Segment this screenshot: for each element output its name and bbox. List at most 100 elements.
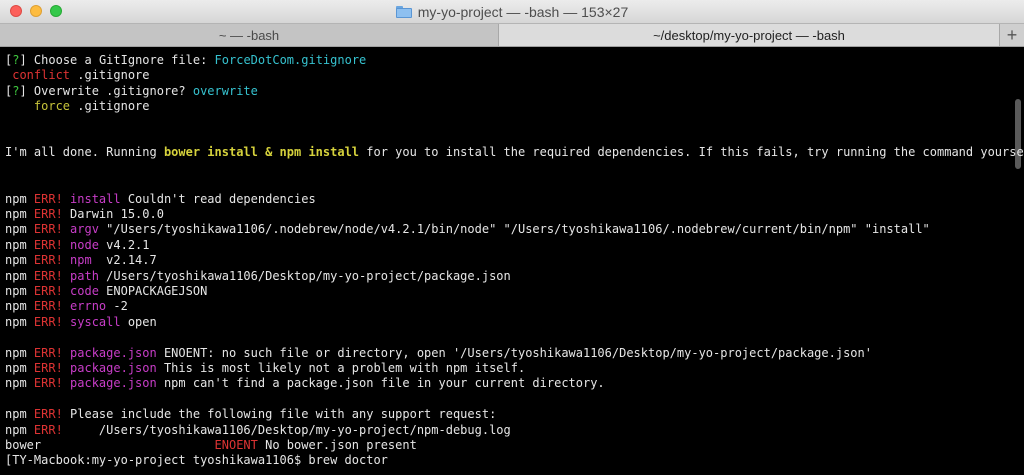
terminal-text: for you to install the required dependen…: [359, 145, 1024, 160]
terminal-text: /Users/tyoshikawa1106/Desktop/my-yo-proj…: [62, 422, 511, 437]
terminal-text: npm: [5, 237, 34, 252]
terminal-text: ENOENT: no such file or directory, open …: [156, 345, 872, 360]
terminal-text: force: [5, 99, 71, 114]
terminal-text: -2: [106, 299, 128, 314]
terminal-line: npm ERR! package.json ENOENT: no such fi…: [5, 346, 872, 361]
terminal-line: conflict .gitignore: [5, 68, 150, 83]
terminal-text: path: [62, 268, 99, 283]
terminal-text: npm: [5, 407, 34, 422]
terminal-text: ERR!: [33, 253, 63, 268]
terminal-line: npm ERR! package.json This is most likel…: [5, 361, 525, 376]
terminal-text: npm: [5, 253, 34, 268]
terminal-text: package.json: [62, 361, 157, 375]
terminal-line: [TY-Macbook:my-yo-project tyoshikawa1106…: [5, 453, 388, 468]
tab-home-bash[interactable]: ~ — -bash: [0, 24, 499, 46]
terminal-text: npm: [62, 253, 99, 268]
terminal-text: argv: [62, 222, 99, 237]
terminal-text: ERR!: [33, 207, 63, 221]
terminal-line: npm ERR! package.json npm can't find a p…: [5, 376, 605, 391]
terminal-line: npm ERR! code ENOPACKAGEJSON: [5, 284, 207, 299]
terminal-text: v2.14.7: [98, 253, 157, 268]
terminal-text: npm: [5, 284, 34, 298]
terminal-line: npm ERR! install Couldn't read dependenc…: [5, 192, 316, 207]
terminal-text: npm: [5, 207, 34, 221]
terminal-text: ERR!: [33, 222, 63, 237]
terminal-text: errno: [62, 299, 107, 314]
terminal-text: ERR!: [33, 361, 63, 375]
tab-label: ~ — -bash: [218, 27, 280, 43]
terminal-text: ERR!: [33, 191, 63, 206]
terminal-text: npm can't find a package.json file in yo…: [156, 376, 605, 391]
terminal-text: [TY-Macbook:my-yo-project tyoshikawa1106…: [5, 453, 388, 468]
terminal-line: bower ENOENT No bower.json present: [5, 438, 417, 453]
terminal-text: open: [120, 314, 157, 329]
terminal-text: This is most likely not a problem with n…: [156, 361, 526, 375]
terminal-line: npm ERR! /Users/tyoshikawa1106/Desktop/m…: [5, 423, 511, 438]
terminal-line: I'm all done. Running bower install & np…: [5, 145, 1024, 160]
tab-bar: ~ — -bash ~/desktop/my-yo-project — -bas…: [0, 24, 1024, 47]
terminal-text: ENOPACKAGEJSON: [98, 284, 208, 298]
terminal-text: conflict: [5, 68, 71, 83]
terminal-text: v4.2.1: [98, 237, 150, 252]
terminal-text: No bower.json present: [257, 438, 417, 452]
terminal-text: bower install & npm install: [163, 145, 360, 160]
terminal-text: overwrite: [192, 83, 258, 98]
terminal-text: bower: [5, 438, 215, 452]
terminal-output[interactable]: [?] Choose a GitIgnore file: ForceDotCom…: [0, 47, 1024, 475]
window-title-area: my-yo-project — -bash — 153×27: [0, 0, 1024, 24]
terminal-text: npm: [5, 361, 34, 375]
terminal-text: ] Choose a GitIgnore file:: [19, 53, 215, 67]
terminal-window: my-yo-project — -bash — 153×27 ~ — -bash…: [0, 0, 1024, 475]
terminal-line: npm ERR! node v4.2.1: [5, 238, 150, 253]
terminal-text: ERR!: [33, 314, 63, 329]
plus-icon: +: [1006, 24, 1018, 45]
terminal-line: [?] Choose a GitIgnore file: ForceDotCom…: [5, 53, 366, 68]
terminal-text: npm: [5, 314, 34, 329]
terminal-text: Please include the following file with a…: [62, 407, 497, 422]
terminal-line: force .gitignore: [5, 99, 150, 114]
terminal-text: ForceDotCom.gitignore: [214, 53, 367, 67]
terminal-text: "/Users/tyoshikawa1106/.nodebrew/node/v4…: [98, 222, 930, 237]
terminal-line: npm ERR! Darwin 15.0.0: [5, 207, 164, 222]
terminal-text: npm: [5, 299, 34, 314]
terminal-line: [?] Overwrite .gitignore? overwrite: [5, 84, 258, 99]
title-bar[interactable]: my-yo-project — -bash — 153×27: [0, 0, 1024, 24]
terminal-line: npm ERR! npm v2.14.7: [5, 253, 157, 268]
tab-project-bash[interactable]: ~/desktop/my-yo-project — -bash: [499, 24, 999, 46]
terminal-line: npm ERR! Please include the following fi…: [5, 407, 496, 422]
terminal-text: ERR!: [33, 376, 63, 391]
terminal-text: node: [62, 237, 99, 252]
terminal-text: ERR!: [33, 268, 63, 283]
terminal-text: ENOENT: [214, 438, 258, 452]
terminal-text: ERR!: [33, 422, 63, 437]
terminal-text: Couldn't read dependencies: [120, 191, 316, 206]
terminal-text: .gitignore: [70, 68, 150, 83]
terminal-text: ERR!: [33, 407, 63, 422]
terminal-text: .gitignore: [70, 99, 150, 114]
terminal-text: ERR!: [33, 299, 63, 314]
terminal-line: npm ERR! argv "/Users/tyoshikawa1106/.no…: [5, 222, 930, 237]
window-title: my-yo-project — -bash — 153×27: [417, 4, 629, 20]
terminal-text: npm: [5, 268, 34, 283]
terminal-text: npm: [5, 222, 34, 237]
terminal-line: npm ERR! syscall open: [5, 315, 157, 330]
terminal-line: npm ERR! errno -2: [5, 299, 128, 314]
terminal-text: ] Overwrite .gitignore?: [19, 83, 193, 98]
terminal-line: npm ERR! path /Users/tyoshikawa1106/Desk…: [5, 269, 511, 284]
terminal-text: npm: [5, 376, 34, 391]
terminal-text: syscall: [62, 314, 121, 329]
terminal-text: npm: [5, 191, 34, 206]
terminal-text: install: [62, 191, 121, 206]
terminal-text: package.json: [62, 345, 157, 360]
terminal-text: package.json: [62, 376, 157, 391]
terminal-text: /Users/tyoshikawa1106/Desktop/my-yo-proj…: [98, 268, 511, 283]
terminal-text: I'm all done. Running: [5, 145, 164, 160]
terminal-text: Darwin 15.0.0: [62, 207, 164, 221]
new-tab-button[interactable]: +: [999, 24, 1024, 46]
terminal-text: ERR!: [33, 237, 63, 252]
terminal-text: npm: [5, 422, 34, 437]
terminal-text: code: [62, 284, 99, 298]
terminal-text: ERR!: [33, 284, 63, 298]
tab-label: ~/desktop/my-yo-project — -bash: [653, 27, 845, 43]
terminal-text: ERR!: [33, 345, 63, 360]
